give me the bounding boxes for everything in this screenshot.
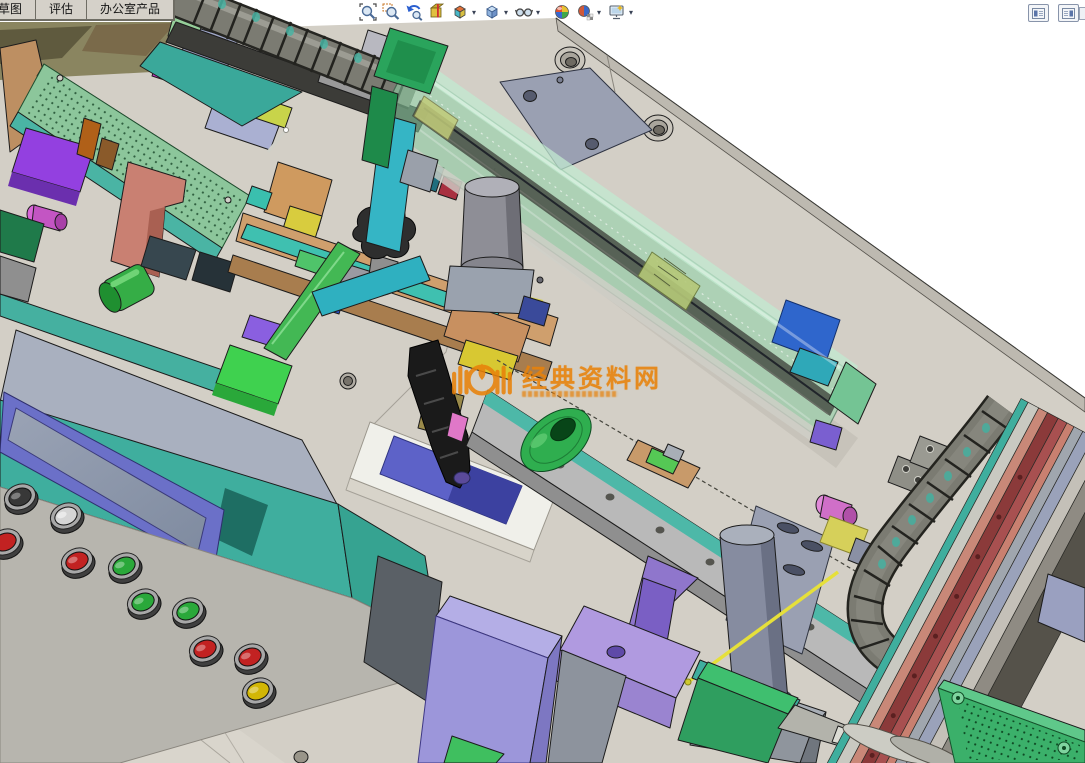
apply-scene-icon bbox=[577, 5, 593, 21]
zoom-to-fit-button[interactable] bbox=[356, 2, 379, 23]
command-manager-tabs: 草图 评估 办公室产品 bbox=[0, 0, 175, 20]
cad-application-window: 草图 评估 办公室产品 ▾ ▾ ▾ ▾ ▾ 经典资料网 bbox=[0, 0, 1085, 763]
edit-appearance-button[interactable] bbox=[550, 2, 573, 23]
edit-appearance-icon bbox=[554, 5, 569, 19]
pane-toggle-3-button-partial[interactable] bbox=[1079, 7, 1085, 20]
section-view-icon bbox=[429, 3, 444, 18]
previous-view-button[interactable] bbox=[402, 2, 425, 23]
display-style-dropdown[interactable]: ▾ bbox=[501, 8, 511, 17]
apply-scene-button[interactable] bbox=[573, 2, 596, 23]
pane-toggle-1-icon bbox=[1032, 7, 1045, 19]
pane-toggle-buttons bbox=[1028, 4, 1079, 22]
cad-viewport[interactable] bbox=[0, 0, 1085, 763]
display-style-icon bbox=[485, 5, 498, 19]
heads-up-view-toolbar: ▾ ▾ ▾ ▾ ▾ bbox=[356, 1, 637, 23]
hide-show-items-icon bbox=[514, 8, 533, 17]
view-settings-button[interactable] bbox=[605, 2, 628, 23]
view-orientation-button[interactable] bbox=[448, 2, 471, 23]
zoom-to-fit-icon bbox=[358, 3, 377, 21]
section-view-button[interactable] bbox=[425, 2, 448, 23]
zoom-to-area-button[interactable] bbox=[379, 2, 402, 23]
view-orientation-icon bbox=[453, 5, 466, 19]
apply-scene-dropdown[interactable]: ▾ bbox=[594, 8, 604, 17]
pane-toggle-2-icon bbox=[1062, 7, 1075, 19]
pane-toggle-2-button[interactable] bbox=[1058, 4, 1079, 22]
view-settings-dropdown[interactable]: ▾ bbox=[626, 8, 636, 17]
tab-evaluate[interactable]: 评估 bbox=[35, 0, 88, 20]
view-orientation-dropdown[interactable]: ▾ bbox=[469, 8, 479, 17]
display-style-button[interactable] bbox=[480, 2, 503, 23]
tab-sketch[interactable]: 草图 bbox=[0, 0, 37, 20]
hide-show-items-button[interactable] bbox=[512, 2, 535, 23]
tab-office-products[interactable]: 办公室产品 bbox=[86, 0, 175, 20]
view-settings-icon bbox=[608, 5, 624, 20]
hide-show-items-dropdown[interactable]: ▾ bbox=[533, 8, 543, 17]
pane-toggle-1-button[interactable] bbox=[1028, 4, 1049, 22]
zoom-to-area-icon bbox=[382, 3, 399, 20]
previous-view-icon bbox=[406, 5, 422, 21]
